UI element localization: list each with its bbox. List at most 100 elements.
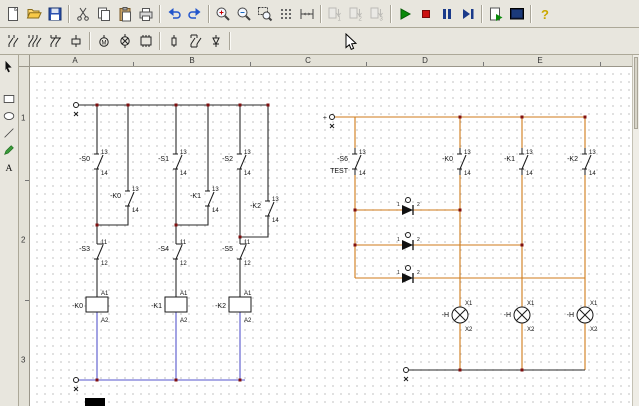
contact--S5[interactable]: 1112-S5 [222,238,251,267]
svg-text:+: + [323,115,327,122]
toolbar-separator [229,32,230,50]
contact--S2[interactable]: 1314-S2 [222,148,251,177]
palette-lamps[interactable] [114,31,135,52]
lamp--H[interactable]: X1X2-H [567,301,598,333]
contact--S6[interactable]: 1314-S6TEST [330,148,366,177]
sim-option-3-button[interactable]: 3 [366,3,387,24]
coil--K1[interactable]: A1A2-K1 [151,291,188,324]
palette-coils[interactable] [65,31,86,52]
palette-contacts-multi[interactable] [23,31,44,52]
scrollbar-thumb[interactable] [634,57,638,129]
schematic-canvas[interactable]: 1314-S0 1314-S1 1314-S2 1314-K0 1314-K1 1314-… [30,67,632,406]
grid-button[interactable] [275,3,296,24]
pointer-tool[interactable] [1,59,17,75]
vertical-scrollbar[interactable] [632,55,639,406]
contact--K1[interactable]: 1314-K1 [190,185,219,214]
line-tool[interactable] [1,125,17,141]
wire[interactable] [97,212,128,225]
zoom-out-button[interactable] [233,3,254,24]
palette-parallel-contacts[interactable] [184,31,205,52]
help-button[interactable]: ? [534,3,555,24]
palette-diodes-icon [208,33,224,49]
grid-icon [278,6,294,22]
wire[interactable] [240,222,268,237]
ruler-column-label: E [537,56,542,65]
ruler-row-label: 1 [21,114,25,123]
cut-button[interactable] [72,3,93,24]
zoom-area-button[interactable] [254,3,275,24]
measure-button[interactable] [296,3,317,24]
contact--S3[interactable]: 1112-S3 [79,238,108,267]
lamp--H[interactable]: X1X2-H [504,301,535,333]
palette-contacts-no[interactable] [2,31,23,52]
coil--K2[interactable]: A1A2-K2 [215,291,252,324]
paste-button[interactable] [114,3,135,24]
terminal[interactable]: + [323,115,335,129]
junction-dot [175,379,178,382]
contact--S0[interactable]: 1314-S0 [79,148,108,177]
zoom-in-icon [215,6,231,22]
save-button[interactable] [44,3,65,24]
copy-button[interactable] [93,3,114,24]
contact--K0[interactable]: 1314-K0 [442,148,471,177]
svg-text:14: 14 [212,208,219,214]
rectangle-tool[interactable] [1,91,17,107]
simulate-step-button[interactable] [457,3,478,24]
terminal[interactable] [74,378,79,392]
contact--K1[interactable]: 1314-K1 [504,148,533,177]
cut-icon [75,6,91,22]
simulate-pause-button[interactable] [436,3,457,24]
ruler-tick [250,62,251,66]
diode[interactable]: 12 [397,266,420,284]
zoom-in-button[interactable] [212,3,233,24]
svg-text:X2: X2 [527,327,535,333]
wire[interactable] [176,212,208,225]
ellipse-tool-icon [2,109,16,123]
ellipse-tool[interactable] [1,108,17,124]
run-document-button[interactable] [485,3,506,24]
palette-contacts-nc[interactable] [44,31,65,52]
terminal[interactable] [404,368,409,382]
palette-plc[interactable] [135,31,156,52]
diode[interactable]: 12 [397,233,420,251]
svg-text:X2: X2 [590,327,598,333]
app-window: 123? M A ABCDE 123 1314-S01314-S11314-S2… [0,0,639,406]
schematic-drawing: 1314-S0 1314-S1 1314-S2 1314-K0 1314-K1 1314-… [30,67,632,406]
contact--K0[interactable]: 1314-K0 [110,185,139,214]
contact--S1[interactable]: 1314-S1 [158,148,187,177]
junction-dot [267,104,270,107]
palette-motors[interactable]: M [93,31,114,52]
lamp--H[interactable]: X1X2-H [442,301,473,333]
junction-dot [96,104,99,107]
junction-dot [459,209,462,212]
redo-button[interactable] [184,3,205,24]
diode[interactable]: 12 [397,198,420,216]
sim-option-1-button[interactable]: 1 [324,3,345,24]
simulate-play-button[interactable] [394,3,415,24]
text-tool[interactable]: A [1,159,17,175]
palette-resistors[interactable] [163,31,184,52]
terminal[interactable] [74,103,79,117]
open-icon [26,6,42,22]
open-button[interactable] [23,3,44,24]
palette-plc-icon [138,33,154,49]
svg-text:A: A [6,163,13,174]
pencil-tool[interactable] [1,142,17,158]
new-button[interactable] [2,3,23,24]
simulate-stop-button[interactable] [415,3,436,24]
coil--K0[interactable]: A1A2-K0 [72,291,109,324]
junction-dot [521,244,524,247]
pencil-tool-icon [2,143,16,157]
svg-text:2: 2 [417,270,420,276]
contact--K2[interactable]: 1314-K2 [567,148,596,177]
contact--S4[interactable]: 1112-S4 [158,238,187,267]
contact--K2[interactable]: 1314-K2 [250,195,279,224]
palette-diodes[interactable] [205,31,226,52]
print-button[interactable] [135,3,156,24]
undo-button[interactable] [163,3,184,24]
dark-screen-button[interactable] [506,3,527,24]
sim-option-2-button[interactable]: 2 [345,3,366,24]
svg-text:-K2: -K2 [567,156,578,163]
svg-text:X1: X1 [465,301,473,307]
toolbar-separator [159,5,160,23]
